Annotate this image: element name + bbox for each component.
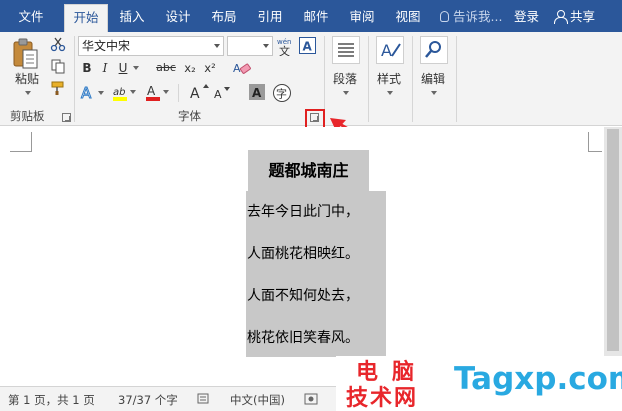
tab-layout[interactable]: 布局 (204, 4, 244, 32)
svg-text:A: A (381, 41, 392, 60)
highlight-color-icon[interactable]: ab (112, 83, 138, 103)
svg-text:字: 字 (276, 87, 287, 101)
font-name-combo[interactable]: 华文中宋 (78, 36, 224, 56)
phonetic-guide-icon[interactable]: wén 文 (276, 36, 294, 58)
text-effects-icon[interactable]: A (80, 84, 106, 103)
group-divider (74, 36, 75, 122)
poem-title[interactable]: 题都城南庄 (248, 150, 369, 191)
chevron-down-icon (343, 91, 349, 95)
divider (178, 84, 179, 102)
tab-view[interactable]: 视图 (388, 4, 428, 32)
font-size-combo[interactable] (227, 36, 273, 56)
login-link[interactable]: 登录 (514, 4, 539, 30)
chevron-down-icon (263, 44, 269, 48)
font-group-label: 字体 (178, 109, 201, 123)
word-count[interactable]: 37/37 个字 (118, 392, 178, 408)
group-divider (412, 36, 413, 122)
dialog-launcher-highlight (305, 109, 325, 129)
svg-text:A: A (214, 88, 222, 101)
crop-mark-right (588, 132, 602, 152)
superscript-button[interactable]: x² (202, 59, 218, 77)
watermark-en: Tagxp.com (454, 361, 622, 397)
tab-home[interactable]: 开始 (64, 4, 108, 32)
svg-text:A: A (190, 86, 200, 102)
italic-button[interactable]: I (98, 59, 112, 77)
paragraph-icon[interactable] (332, 36, 360, 64)
vertical-scrollbar[interactable] (604, 127, 622, 386)
share-label: 共享 (570, 9, 596, 24)
page-count[interactable]: 第 1 页，共 1 页 (8, 392, 95, 408)
character-border-icon[interactable]: A (299, 37, 316, 54)
paragraph-dropdown[interactable] (340, 86, 350, 100)
clipboard-launcher-icon[interactable] (62, 113, 71, 122)
shrink-font-icon[interactable]: A (212, 84, 234, 102)
tab-insert[interactable]: 插入 (112, 4, 152, 32)
editing-button[interactable]: 编辑 (416, 70, 450, 87)
bold-button[interactable]: B (80, 59, 94, 77)
grow-font-icon[interactable]: A (188, 82, 212, 102)
chevron-down-icon (431, 91, 437, 95)
svg-text:A: A (147, 84, 156, 98)
crop-mark-left (10, 132, 32, 152)
menu-bar: 文件 开始 插入 设计 布局 引用 邮件 审阅 视图 告诉我... 登录 共享 (0, 0, 622, 32)
scrollbar-thumb[interactable] (607, 129, 619, 351)
tab-mailings[interactable]: 邮件 (296, 4, 336, 32)
group-divider (368, 36, 369, 122)
cut-icon[interactable] (50, 36, 66, 52)
share-button[interactable]: 共享 (554, 4, 595, 30)
copy-icon[interactable] (50, 58, 66, 74)
editing-dropdown[interactable] (428, 86, 438, 100)
paste-dropdown[interactable] (22, 86, 32, 100)
language-indicator[interactable]: 中文(中国) (230, 392, 285, 408)
strikethrough-button[interactable]: abc (156, 59, 176, 77)
paste-button[interactable]: 粘贴 (12, 70, 42, 87)
poem-line[interactable]: 人面桃花相映红。 (247, 244, 387, 264)
tell-me-text: 告诉我... (453, 9, 503, 24)
clipboard-group-label: 剪贴板 (10, 109, 45, 123)
tab-design[interactable]: 设计 (158, 4, 198, 32)
svg-text:文: 文 (279, 44, 290, 56)
tab-review[interactable]: 审阅 (342, 4, 382, 32)
underline-button[interactable]: U (116, 59, 130, 77)
chevron-down-icon (387, 91, 393, 95)
character-shading-icon[interactable]: A (248, 83, 266, 101)
paste-icon[interactable] (12, 38, 40, 70)
svg-text:ab: ab (113, 87, 125, 98)
poem-line[interactable]: 桃花依旧笑春风。 (247, 328, 387, 348)
clear-formatting-icon[interactable]: A (233, 60, 251, 76)
group-divider (456, 36, 457, 122)
svg-text:A: A (233, 62, 241, 75)
svg-text:A: A (252, 86, 262, 100)
proofing-icon[interactable] (197, 393, 211, 408)
chevron-down-icon (133, 66, 139, 70)
tab-file[interactable]: 文件 (8, 4, 54, 32)
tell-me-box[interactable]: 告诉我... (440, 4, 502, 30)
svg-text:A: A (81, 84, 92, 102)
watermark-cn-bottom: 技术网 (346, 386, 419, 411)
poem-line[interactable]: 人面不知何处去， (247, 286, 387, 306)
tab-references[interactable]: 引用 (250, 4, 290, 32)
chevron-down-icon (214, 44, 220, 48)
macro-record-icon[interactable] (304, 393, 318, 408)
lightbulb-icon (440, 11, 449, 22)
underline-dropdown[interactable] (130, 59, 140, 77)
person-icon (554, 10, 568, 24)
styles-dropdown[interactable] (384, 86, 394, 100)
font-color-icon[interactable]: A (145, 83, 171, 103)
enclose-characters-icon[interactable]: 字 (272, 83, 292, 103)
paragraph-button[interactable]: 段落 (328, 70, 362, 87)
subscript-button[interactable]: x₂ (182, 59, 198, 77)
chevron-down-icon (25, 91, 31, 95)
svg-text:A: A (303, 40, 313, 54)
search-icon[interactable] (420, 36, 448, 64)
poem-line[interactable]: 去年今日此门中， (247, 202, 387, 222)
styles-button[interactable]: 样式 (372, 70, 406, 87)
format-painter-icon[interactable] (50, 80, 66, 96)
styles-icon[interactable]: A (376, 36, 404, 64)
font-name-value: 华文中宋 (82, 39, 131, 53)
